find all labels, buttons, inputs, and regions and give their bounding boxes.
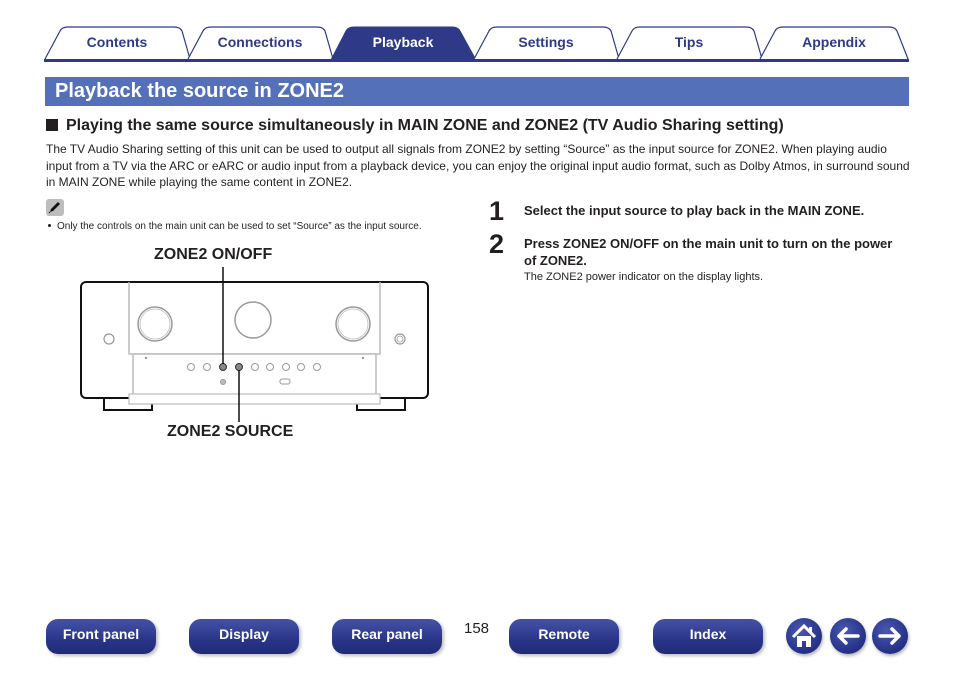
- tab-underline: [44, 59, 909, 62]
- step-1-text: Select the input source to play back in …: [524, 203, 865, 218]
- note-text: Only the controls on the main unit can b…: [57, 221, 422, 232]
- note-item: Only the controls on the main unit can b…: [48, 221, 422, 232]
- section-heading: Playing the same source simultaneously i…: [46, 117, 784, 135]
- tab-connections[interactable]: Connections: [187, 26, 333, 60]
- front-panel-button[interactable]: Front panel: [46, 619, 156, 654]
- page-title: Playback the source in ZONE2: [55, 80, 344, 102]
- zone2-on-off-button: [219, 363, 227, 371]
- step-1-number: 1: [489, 196, 505, 226]
- tab-label: Contents: [86, 34, 148, 50]
- home-icon: [791, 623, 817, 647]
- tab-label: Appendix: [802, 34, 866, 50]
- tab-playback[interactable]: Playback: [330, 26, 476, 60]
- remote-button[interactable]: Remote: [509, 619, 619, 654]
- square-bullet-icon: [46, 119, 58, 131]
- home-button[interactable]: [786, 618, 822, 654]
- rear-panel-button[interactable]: Rear panel: [332, 619, 442, 654]
- tab-label: Playback: [372, 34, 434, 50]
- page-number: 158: [464, 620, 490, 637]
- tab-label: Connections: [217, 34, 303, 50]
- step-2-subtext: The ZONE2 power indicator on the display…: [524, 271, 764, 283]
- tab-contents[interactable]: Contents: [44, 26, 190, 60]
- page-title-bar: Playback the source in ZONE2: [45, 77, 909, 106]
- forward-button[interactable]: [872, 618, 908, 654]
- step-2-text: Press ZONE2 ON/OFF on the main unit to t…: [524, 236, 893, 268]
- zone2-source-button: [235, 363, 243, 371]
- intro-paragraph: The TV Audio Sharing setting of this uni…: [46, 142, 910, 189]
- index-button[interactable]: Index: [653, 619, 763, 654]
- front-panel-diagram: ZONE2 ON/OFF ZONE2 SOURCE: [75, 240, 435, 450]
- back-button[interactable]: [830, 618, 866, 654]
- zone2-source-label: ZONE2 SOURCE: [167, 423, 294, 440]
- tab-settings[interactable]: Settings: [473, 26, 619, 60]
- tab-label: Tips: [674, 34, 704, 50]
- device-illustration: [80, 267, 429, 422]
- tab-label: Settings: [518, 34, 574, 50]
- tab-bar: Contents Connections Playback Settings T…: [44, 26, 909, 62]
- arrow-left-icon: [837, 627, 860, 645]
- tab-appendix[interactable]: Appendix: [759, 26, 909, 60]
- tab-tips[interactable]: Tips: [616, 26, 762, 60]
- section-heading-text: Playing the same source simultaneously i…: [66, 117, 784, 134]
- display-button[interactable]: Display: [189, 619, 299, 654]
- step-2-number: 2: [489, 229, 505, 259]
- arrow-right-icon: [878, 627, 901, 645]
- zone2-on-off-label: ZONE2 ON/OFF: [154, 246, 273, 263]
- pencil-icon: [46, 199, 64, 216]
- bullet-icon: [48, 224, 51, 227]
